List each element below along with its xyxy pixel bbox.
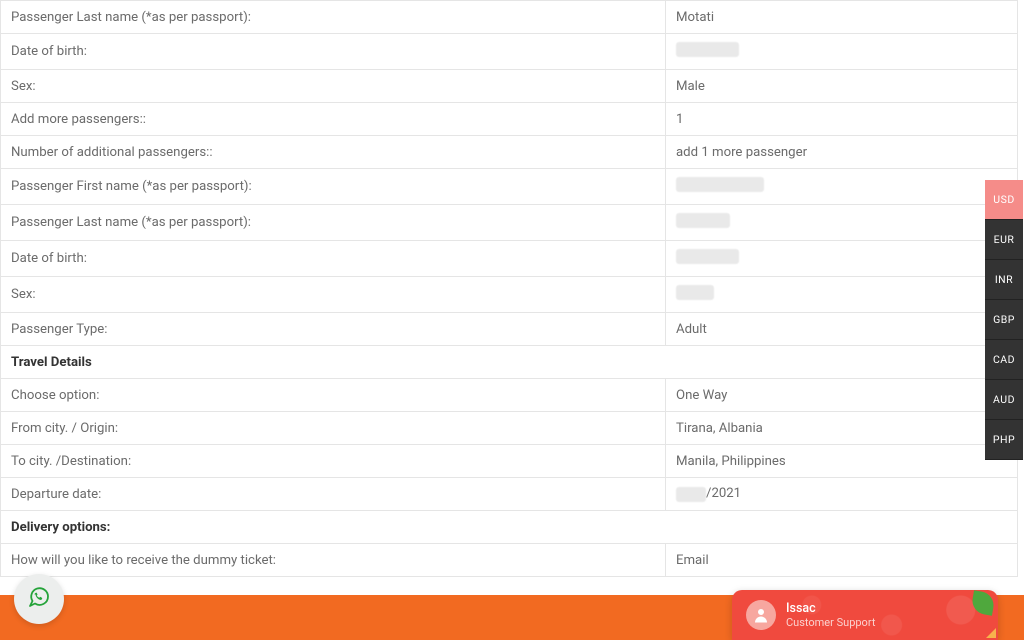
field-label: To city. /Destination: bbox=[1, 445, 666, 478]
chat-widget[interactable]: Issac Customer Support bbox=[732, 590, 998, 640]
field-label: Sex: bbox=[1, 70, 666, 103]
table-row: Passenger Type:Adult bbox=[1, 313, 1018, 346]
field-value bbox=[666, 34, 1018, 70]
redacted-value bbox=[676, 285, 714, 300]
field-label: Number of additional passengers:: bbox=[1, 136, 666, 169]
table-row: Travel Details bbox=[1, 346, 1018, 379]
field-label: Passenger Last name (*as per passport): bbox=[1, 1, 666, 34]
table-row: Date of birth: bbox=[1, 241, 1018, 277]
field-label: How will you like to receive the dummy t… bbox=[1, 544, 666, 577]
field-value: One Way bbox=[666, 379, 1018, 412]
table-row: Add more passengers::1 bbox=[1, 103, 1018, 136]
field-value bbox=[666, 205, 1018, 241]
table-row: From city. / Origin:Tirana, Albania bbox=[1, 412, 1018, 445]
table-row: Date of birth: bbox=[1, 34, 1018, 70]
whatsapp-button[interactable] bbox=[14, 574, 64, 624]
chat-agent-name: Issac bbox=[786, 601, 875, 616]
currency-option-cad[interactable]: CAD bbox=[985, 340, 1023, 380]
currency-option-usd[interactable]: USD bbox=[985, 180, 1023, 220]
currency-rail: USDEURINRGBPCADAUDPHP bbox=[985, 180, 1023, 460]
field-label: Departure date: bbox=[1, 478, 666, 511]
passenger-details-table: Passenger Last name (*as per passport):M… bbox=[0, 0, 1018, 577]
field-value: Email bbox=[666, 544, 1018, 577]
chat-agent-role: Customer Support bbox=[786, 616, 875, 629]
field-label: From city. / Origin: bbox=[1, 412, 666, 445]
whatsapp-icon bbox=[27, 585, 51, 613]
field-value: Adult bbox=[666, 313, 1018, 346]
field-value: Male bbox=[666, 70, 1018, 103]
field-label: Sex: bbox=[1, 277, 666, 313]
redacted-value bbox=[676, 249, 739, 264]
redacted-value bbox=[676, 42, 739, 57]
table-row: To city. /Destination:Manila, Philippine… bbox=[1, 445, 1018, 478]
field-value bbox=[666, 241, 1018, 277]
field-value-suffix: /2021 bbox=[706, 487, 741, 502]
table-row: Delivery options: bbox=[1, 511, 1018, 544]
avatar bbox=[746, 600, 776, 630]
resize-icon bbox=[986, 628, 996, 638]
field-value: /2021 bbox=[666, 478, 1018, 511]
section-header: Travel Details bbox=[1, 346, 1018, 379]
field-value: Motati bbox=[666, 1, 1018, 34]
field-label: Passenger Last name (*as per passport): bbox=[1, 205, 666, 241]
redacted-value bbox=[676, 213, 730, 228]
table-row: Passenger Last name (*as per passport): bbox=[1, 205, 1018, 241]
field-value: add 1 more passenger bbox=[666, 136, 1018, 169]
table-row: Passenger First name (*as per passport): bbox=[1, 169, 1018, 205]
table-row: Passenger Last name (*as per passport):M… bbox=[1, 1, 1018, 34]
field-label: Choose option: bbox=[1, 379, 666, 412]
field-label: Date of birth: bbox=[1, 34, 666, 70]
field-label: Date of birth: bbox=[1, 241, 666, 277]
currency-option-php[interactable]: PHP bbox=[985, 420, 1023, 460]
currency-option-aud[interactable]: AUD bbox=[985, 380, 1023, 420]
table-row: Departure date: /2021 bbox=[1, 478, 1018, 511]
currency-option-inr[interactable]: INR bbox=[985, 260, 1023, 300]
field-label: Add more passengers:: bbox=[1, 103, 666, 136]
table-row: Choose option:One Way bbox=[1, 379, 1018, 412]
section-header: Delivery options: bbox=[1, 511, 1018, 544]
field-value: Manila, Philippines bbox=[666, 445, 1018, 478]
field-value bbox=[666, 169, 1018, 205]
redacted-value bbox=[676, 177, 764, 192]
field-label: Passenger First name (*as per passport): bbox=[1, 169, 666, 205]
currency-option-eur[interactable]: EUR bbox=[985, 220, 1023, 260]
table-row: How will you like to receive the dummy t… bbox=[1, 544, 1018, 577]
table-row: Sex: bbox=[1, 277, 1018, 313]
field-label: Passenger Type: bbox=[1, 313, 666, 346]
table-row: Number of additional passengers::add 1 m… bbox=[1, 136, 1018, 169]
field-value bbox=[666, 277, 1018, 313]
field-value: 1 bbox=[666, 103, 1018, 136]
leaf-icon bbox=[970, 590, 995, 615]
field-value: Tirana, Albania bbox=[666, 412, 1018, 445]
table-row: Sex:Male bbox=[1, 70, 1018, 103]
redacted-value bbox=[676, 487, 706, 502]
currency-option-gbp[interactable]: GBP bbox=[985, 300, 1023, 340]
